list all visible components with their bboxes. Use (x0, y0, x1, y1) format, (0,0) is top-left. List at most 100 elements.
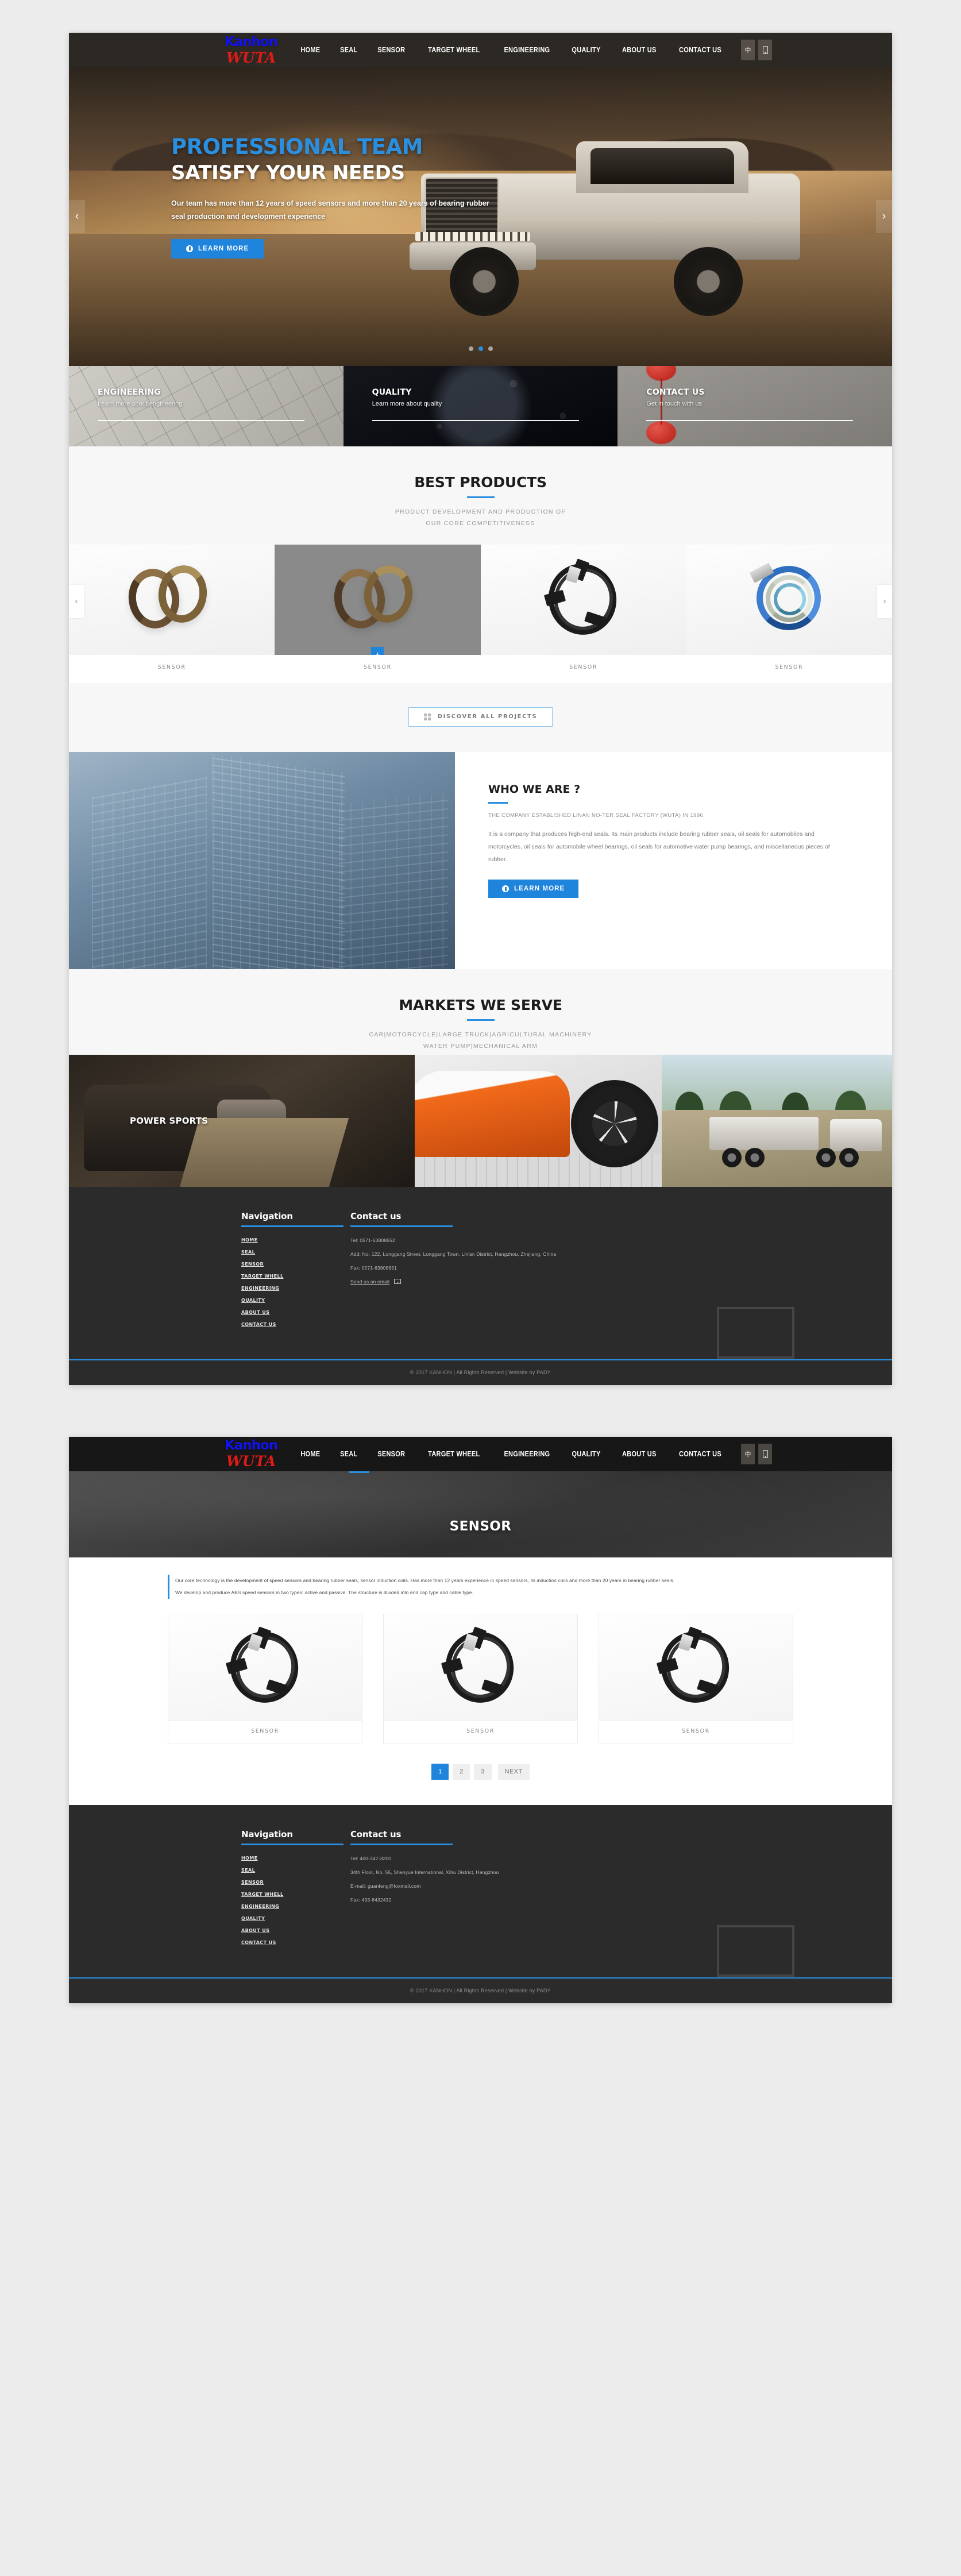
page-banner: SENSOR (69, 1471, 892, 1557)
who-we-are-section: WHO WE ARE ? THE COMPANY ESTABLISHED LIN… (69, 751, 892, 969)
footer-contact-column: Contact us Tel: 0571-63808652 Add: No. 1… (350, 1211, 892, 1334)
footer-contact-title: Contact us (350, 1210, 402, 1221)
footer-link-engineering[interactable]: ENGINEERING (241, 1286, 350, 1291)
nav-item-quality[interactable]: QUALITY (565, 1450, 609, 1458)
tile-engineering-title: ENGINEERING (98, 388, 161, 397)
sensor-intro: Our core technology is the development o… (168, 1574, 793, 1599)
discover-all-projects-button[interactable]: DISCOVER ALL PROJECTS (408, 707, 553, 727)
mobile-site-icon[interactable] (758, 40, 772, 60)
market-panel-truck[interactable] (661, 1054, 892, 1187)
main-navigation: HOME SEAL SENSOR TARGET WHEEL ENGINEERIN… (291, 1450, 733, 1458)
who-we-are-learn-more-button[interactable]: LEARN MORE (488, 880, 579, 898)
nav-item-home[interactable]: HOME (293, 1450, 327, 1458)
tile-contact-sub: Get in touch with us (646, 400, 702, 407)
pagination-page-2[interactable]: 2 (453, 1764, 470, 1780)
footer-link-quality[interactable]: QUALITY (241, 1916, 350, 1921)
nav-item-target-wheel[interactable]: TARGET WHEEL (420, 46, 488, 54)
nav-item-target-wheel[interactable]: TARGET WHEEL (420, 1450, 488, 1458)
mobile-site-icon[interactable] (758, 1443, 772, 1464)
discover-wrap: DISCOVER ALL PROJECTS (69, 682, 892, 752)
footer-link-engineering[interactable]: ENGINEERING (241, 1904, 350, 1909)
language-switch-button[interactable]: 中 (741, 1443, 755, 1464)
product-card[interactable]: SENSOR (686, 544, 892, 683)
product-card[interactable]: + SENSOR (275, 544, 481, 683)
hero-prev-arrow[interactable]: ‹ (69, 200, 85, 233)
pagination-page-1[interactable]: 1 (431, 1764, 449, 1780)
footer-link-contact-us[interactable]: CONTACT US (241, 1940, 350, 1945)
tile-divider (646, 420, 854, 421)
markets-sub-2: WATER PUMP|MECHANICAL ARM (423, 1043, 538, 1050)
hero-dot-1[interactable] (468, 346, 473, 351)
nav-item-engineering[interactable]: ENGINEERING (496, 46, 557, 54)
footer-link-sensor[interactable]: SENSOR (241, 1262, 350, 1267)
who-we-are-lead: THE COMPANY ESTABLISHED LINAN NO-TER SEA… (488, 812, 705, 819)
hero-next-arrow[interactable]: › (876, 200, 892, 233)
footer-fax: Fax: 433-8432432 (350, 1897, 392, 1903)
footer-link-about-us[interactable]: ABOUT US (241, 1928, 350, 1933)
pagination-next[interactable]: NEXT (497, 1764, 530, 1780)
nav-item-contact-us[interactable]: CONTACT US (671, 1450, 729, 1458)
sensor-intro-line-1: Our core technology is the development o… (175, 1577, 675, 1583)
site-logo[interactable]: Kanhon WUTA (208, 35, 294, 65)
carousel-prev-arrow[interactable]: ‹ (69, 584, 84, 618)
tile-engineering[interactable]: ENGINEERING Learn more about engineering (69, 366, 344, 446)
copyright-bar: © 2017 KANHON | All Rights Reserved | We… (69, 1359, 892, 1385)
office-buildings-image (69, 751, 455, 969)
footer-nav-title: Navigation (241, 1829, 293, 1840)
site-logo[interactable]: Kanhon WUTA (208, 1439, 294, 1469)
footer-link-contact-us[interactable]: CONTACT US (241, 1322, 350, 1327)
best-products-section: BEST PRODUCTS PRODUCT DEVELOPMENT AND PR… (69, 446, 892, 752)
footer-link-about-us[interactable]: ABOUT US (241, 1310, 350, 1315)
hero-dot-2-active[interactable] (478, 346, 483, 351)
best-products-heading: BEST PRODUCTS PRODUCT DEVELOPMENT AND PR… (69, 446, 892, 532)
sensor-page-body: Our core technology is the development o… (69, 1557, 892, 1806)
nav-item-about-us[interactable]: ABOUT US (615, 46, 664, 54)
product-image (686, 544, 892, 655)
footer-send-email-link[interactable]: Send us an email (350, 1279, 892, 1285)
product-image (599, 1614, 793, 1721)
nav-item-quality[interactable]: QUALITY (565, 46, 609, 54)
market-panel-power-sports[interactable]: POWER SPORTS (69, 1054, 415, 1187)
hero-paragraph: Our team has more than 12 years of speed… (171, 199, 489, 221)
footer-link-target-whell[interactable]: TARGET WHELL (241, 1892, 350, 1897)
product-card[interactable]: SENSOR (383, 1614, 578, 1745)
nav-item-sensor[interactable]: SENSOR (370, 1450, 412, 1458)
nav-item-seal[interactable]: SEAL (333, 46, 365, 54)
footer-navigation-column: Navigation HOME SEAL SENSOR TARGET WHELL… (241, 1211, 350, 1334)
site-footer: Navigation HOME SEAL SENSOR TARGET WHELL… (69, 1805, 892, 2004)
pagination-page-3[interactable]: 3 (474, 1764, 492, 1780)
product-card[interactable]: SENSOR (599, 1614, 793, 1745)
discover-label: DISCOVER ALL PROJECTS (437, 714, 538, 720)
hero-slider: PROFESSIONAL TEAM SATISFY YOUR NEEDS Our… (69, 67, 892, 366)
footer-link-home[interactable]: HOME (241, 1856, 350, 1861)
footer-link-seal[interactable]: SEAL (241, 1868, 350, 1873)
footer-link-home[interactable]: HOME (241, 1237, 350, 1243)
product-plus-button[interactable]: + (371, 646, 384, 655)
market-panel-car[interactable] (414, 1054, 662, 1187)
tile-contact-us[interactable]: CONTACT US Get in touch with us (617, 366, 892, 446)
footer-link-seal[interactable]: SEAL (241, 1250, 350, 1255)
tile-divider (372, 420, 579, 421)
carousel-next-arrow[interactable]: › (877, 584, 892, 618)
nav-item-sensor[interactable]: SENSOR (370, 46, 412, 54)
hero-dot-3[interactable] (488, 346, 493, 351)
footer-link-target-whell[interactable]: TARGET WHELL (241, 1274, 350, 1279)
product-card[interactable]: SENSOR (480, 544, 686, 683)
footer-link-sensor[interactable]: SENSOR (241, 1880, 350, 1885)
hero-copy: PROFESSIONAL TEAM SATISFY YOUR NEEDS Our… (171, 134, 493, 259)
footer-underline (241, 1844, 344, 1846)
footer-email-label: Send us an email (350, 1278, 390, 1285)
product-card[interactable]: SENSOR (69, 544, 275, 683)
nav-item-home[interactable]: HOME (293, 46, 327, 54)
nav-item-seal[interactable]: SEAL (333, 1450, 365, 1458)
language-switch-button[interactable]: 中 (741, 40, 755, 60)
product-caption: SENSOR (157, 664, 186, 670)
footer-link-quality[interactable]: QUALITY (241, 1298, 350, 1303)
nav-item-about-us[interactable]: ABOUT US (615, 1450, 664, 1458)
tile-quality[interactable]: QUALITY Learn more about quality (343, 366, 618, 446)
nav-item-engineering[interactable]: ENGINEERING (496, 1450, 557, 1458)
product-card[interactable]: SENSOR (168, 1614, 362, 1745)
nav-item-contact-us[interactable]: CONTACT US (671, 46, 729, 54)
hero-learn-more-button[interactable]: LEARN MORE (171, 238, 264, 259)
footer-address: Add: No. 122, Longgang Street, Longgang … (350, 1251, 557, 1257)
